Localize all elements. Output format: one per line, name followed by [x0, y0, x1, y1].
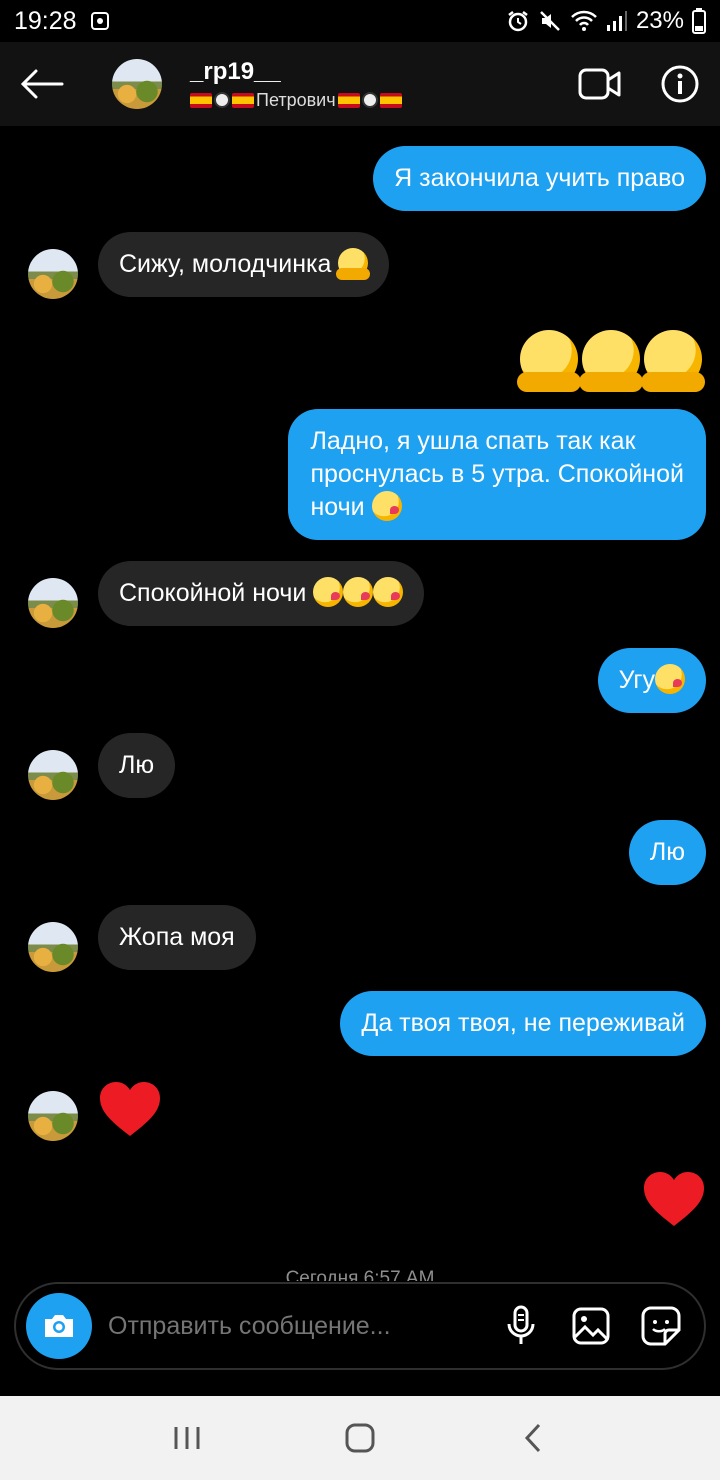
outgoing-message[interactable]: Лю	[628, 820, 706, 885]
outgoing-message[interactable]: Угу	[597, 648, 706, 713]
back-nav-button[interactable]	[493, 1408, 573, 1468]
kiss-face-emoji	[371, 491, 402, 521]
hugging-face-emoji	[641, 330, 705, 392]
sticker-button[interactable]	[640, 1305, 682, 1347]
message-text: Да твоя твоя, не переживай	[340, 991, 706, 1056]
outgoing-message[interactable]: Я закончила учить право	[373, 146, 706, 211]
hugging-face-emoji	[579, 330, 643, 392]
sender-avatar[interactable]	[28, 922, 78, 972]
alarm-icon	[508, 11, 528, 32]
spain-flag-icon	[337, 92, 360, 108]
message-text: Угу	[618, 666, 655, 694]
status-time: 19:28	[14, 6, 77, 35]
spain-flag-icon	[190, 92, 212, 108]
chevron-left-icon	[525, 1423, 541, 1453]
video-camera-icon	[578, 68, 621, 100]
back-button[interactable]	[0, 42, 84, 126]
message-text: Жопа моя	[98, 905, 256, 970]
outgoing-message[interactable]	[642, 1170, 706, 1228]
wifi-icon	[571, 10, 597, 31]
home-icon	[345, 1423, 375, 1453]
incoming-message[interactable]: Жопа моя	[98, 905, 256, 970]
kiss-face-emoji	[313, 577, 344, 607]
red-heart-icon	[644, 1172, 704, 1226]
message-timestamp: Сегодня 6:57 AM	[285, 1268, 435, 1281]
incoming-message[interactable]: Спокойной ночи	[98, 561, 425, 626]
incoming-message[interactable]	[98, 1080, 162, 1138]
outgoing-message[interactable]: Да твоя твоя, не переживай	[340, 991, 706, 1056]
system-nav-bar	[0, 1396, 720, 1480]
camera-icon	[45, 1315, 73, 1337]
hugging-face-emoji	[336, 248, 371, 280]
status-bar: 19:28 23%	[0, 0, 720, 42]
contact-info[interactable]: _rp19__ Петрович	[190, 58, 402, 111]
sender-avatar[interactable]	[28, 578, 78, 628]
sticker-icon	[641, 1306, 681, 1346]
battery-percent: 23%	[635, 7, 684, 34]
video-call-button[interactable]	[560, 42, 640, 126]
kiss-face-emoji	[343, 577, 374, 607]
message-line: проснулась в 5 утра. Спокойной	[310, 460, 684, 488]
home-button[interactable]	[320, 1408, 400, 1468]
sender-avatar[interactable]	[28, 750, 78, 800]
arrow-left-icon	[20, 69, 64, 99]
incoming-message[interactable]: Сижу, молодчинка	[98, 232, 390, 297]
message-text: Я закончила учить право	[373, 146, 706, 211]
info-icon	[661, 65, 699, 103]
spain-flag-icon	[379, 92, 402, 108]
sender-avatar[interactable]	[28, 249, 78, 299]
chat-header: _rp19__ Петрович	[0, 42, 720, 126]
recent-apps-icon	[174, 1427, 200, 1449]
contact-subtitle: Петрович	[190, 90, 402, 111]
soccer-ball-icon	[214, 92, 230, 108]
kiss-face-emoji	[373, 577, 404, 607]
microphone-icon	[507, 1305, 535, 1344]
microphone-button[interactable]	[500, 1305, 542, 1347]
signal-icon	[606, 11, 627, 31]
message-text: Спокойной ночи	[119, 579, 307, 607]
info-button[interactable]	[640, 42, 720, 126]
red-heart-icon	[100, 1082, 160, 1136]
message-text: Сижу, молодчинка	[119, 250, 332, 278]
outgoing-message[interactable]	[517, 330, 705, 392]
screenshot-icon	[90, 12, 109, 30]
soccer-ball-icon	[361, 92, 378, 108]
contact-subtitle-text: Петрович	[256, 89, 336, 110]
mute-icon	[540, 11, 560, 31]
hugging-face-emoji	[517, 330, 581, 392]
sender-avatar[interactable]	[28, 1091, 78, 1141]
kiss-face-emoji	[655, 664, 685, 694]
message-text: Лю	[98, 733, 176, 798]
spain-flag-icon	[232, 92, 254, 108]
status-icons: 23%	[506, 7, 706, 35]
outgoing-message[interactable]: Ладно, я ушла спать так как проснулась в…	[288, 409, 706, 540]
message-thread[interactable]: Я закончила учить право Сижу, молодчинка…	[0, 126, 720, 1281]
message-input[interactable]	[108, 1311, 488, 1341]
battery-icon	[692, 8, 706, 34]
image-icon	[572, 1307, 610, 1345]
message-line: Ладно, я ушла спать так как	[310, 427, 636, 455]
message-composer	[14, 1282, 706, 1370]
gallery-button[interactable]	[570, 1305, 612, 1347]
recent-apps-button[interactable]	[147, 1408, 227, 1468]
incoming-message[interactable]: Лю	[98, 733, 176, 798]
camera-button[interactable]	[26, 1293, 92, 1359]
message-line: ночи	[310, 493, 365, 521]
contact-name: _rp19__	[190, 57, 281, 85]
message-text: Лю	[628, 820, 706, 885]
contact-avatar[interactable]	[112, 59, 162, 109]
